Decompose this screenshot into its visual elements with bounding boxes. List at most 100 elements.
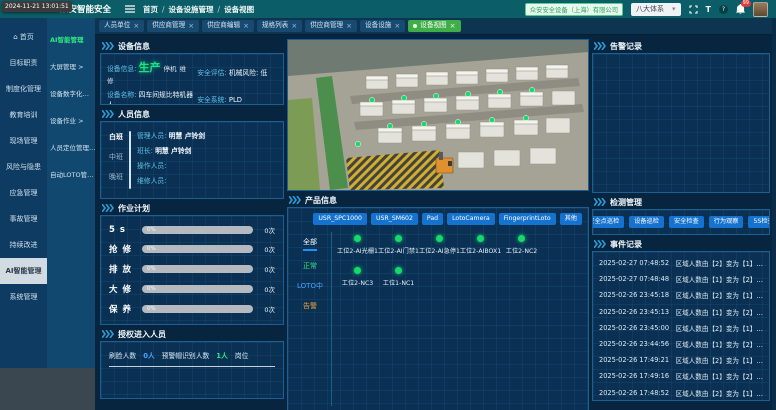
manager-field: 管理人员: 明慧 卢铃剑 bbox=[137, 130, 279, 140]
device-item[interactable]: 工位1-NC1 bbox=[378, 267, 419, 287]
authorized-entry-panel: 授权进入人员 刷脸人数 0人 预警帽识别人数 1人 岗位 bbox=[100, 327, 284, 399]
event-row[interactable]: 2025-02-27 07:48:48区域人数由【1】变为【2】… bbox=[599, 271, 763, 287]
sidebar-item-ai-smart-mgmt[interactable]: AI智能管理 bbox=[0, 258, 47, 284]
tab-device-view[interactable]: 设备视图× bbox=[408, 20, 460, 32]
tab-supplier-mgmt-2[interactable]: 供应商管理× bbox=[305, 20, 357, 32]
sidebar-item-emergency-mgmt[interactable]: 应急管理 bbox=[0, 180, 47, 206]
submenu-item-ai-smart-mgmt[interactable]: AI智能管理 bbox=[47, 25, 95, 52]
close-icon[interactable]: × bbox=[243, 22, 249, 30]
tab-supplier-edit[interactable]: 供应商编辑× bbox=[202, 20, 254, 32]
submenu-item-personnel-location[interactable]: 人员定位管理… bbox=[47, 133, 95, 160]
close-icon[interactable]: × bbox=[450, 22, 456, 30]
help-icon[interactable]: ? bbox=[719, 5, 728, 14]
device-item[interactable]: 工位2-AIBOX1 bbox=[460, 235, 501, 255]
event-row[interactable]: 2025-02-26 23:45:13区域人数由【1】变为【2】… bbox=[599, 304, 763, 320]
fullscreen-icon[interactable] bbox=[689, 5, 698, 14]
breadcrumb: 首页 / 设备设施管理 / 设备视图 bbox=[143, 4, 254, 15]
close-icon[interactable]: × bbox=[188, 22, 194, 30]
behavior-observation-button[interactable]: 行为观察 bbox=[709, 216, 744, 228]
panel-arrows-icon bbox=[102, 42, 114, 50]
sidebar-item-education-training[interactable]: 教育培训 bbox=[0, 102, 47, 128]
safety-spot-check-button[interactable]: 安全点巡检 bbox=[592, 216, 624, 228]
submenu-item-auto-loto[interactable]: 自动LOTO管… bbox=[47, 160, 95, 187]
alarm-records-panel: 告警记录 bbox=[592, 39, 770, 193]
sidebar-item-accident-mgmt[interactable]: 事故管理 bbox=[0, 206, 47, 232]
equipment-inspection-button[interactable]: 设备巡检 bbox=[629, 216, 664, 228]
system-select[interactable]: 八大体系 ▾ bbox=[631, 3, 681, 16]
fingerprint-loto-button[interactable]: FingerprintLoto bbox=[499, 213, 556, 225]
font-size-icon[interactable]: T bbox=[706, 5, 711, 14]
device-grid: 工位2-AI光栅1 工位2-AI门禁1 工位2-AI急停1 工位2-AIBOX1… bbox=[337, 232, 582, 406]
hamburger-menu-icon[interactable] bbox=[125, 5, 135, 13]
other-button[interactable]: 其他 bbox=[560, 213, 582, 225]
pad-button[interactable]: Pad bbox=[422, 213, 443, 225]
sidebar-item-continuous-improvement[interactable]: 持续改进 bbox=[0, 232, 47, 258]
five-s-check-button[interactable]: 5S检查 bbox=[748, 216, 770, 228]
panel-title: 告警记录 bbox=[610, 41, 642, 52]
filter-loto[interactable]: LOTO中 bbox=[297, 281, 323, 291]
sidebar-item-goals-duties[interactable]: 目标职责 bbox=[0, 50, 47, 76]
panel-title: 事件记录 bbox=[610, 239, 642, 250]
filter-alarm[interactable]: 告警 bbox=[303, 301, 317, 311]
event-row[interactable]: 2025-02-27 07:48:52区域人数由【2】变为【1】… bbox=[599, 255, 763, 271]
shift-tab-middle[interactable]: 中班 bbox=[109, 152, 123, 162]
panel-arrows-icon bbox=[102, 330, 114, 338]
notification-bell-icon[interactable]: 99 bbox=[736, 4, 745, 14]
sidebar-item-site-mgmt[interactable]: 现场管理 bbox=[0, 128, 47, 154]
panel-arrows-icon bbox=[594, 240, 606, 248]
shift-tab-night[interactable]: 晚班 bbox=[109, 172, 123, 182]
filter-all[interactable]: 全部 bbox=[303, 237, 317, 251]
loto-camera-button[interactable]: LotoCamera bbox=[447, 213, 495, 225]
submenu-item-screen-mgmt[interactable]: 大屏管理 > bbox=[47, 52, 95, 79]
event-row[interactable]: 2025-02-26 17:49:21区域人数由【2】变为【1】… bbox=[599, 352, 763, 368]
factory-3d-view[interactable] bbox=[287, 39, 589, 191]
status-dot-green bbox=[436, 235, 443, 242]
sidebar-item-system-mgmt[interactable]: 系统管理 bbox=[0, 284, 47, 310]
product-toolbar: USR_SPC1000 USR_SM602 Pad LotoCamera Fin… bbox=[294, 213, 582, 225]
leader-field: 班长: 明慧 卢铃剑 bbox=[137, 145, 279, 155]
divider bbox=[109, 366, 275, 367]
usr-spc1000-button[interactable]: USR_SPC1000 bbox=[313, 213, 367, 225]
device-item[interactable]: 工位2-AI急停1 bbox=[419, 235, 460, 255]
event-row[interactable]: 2025-02-26 23:45:18区域人数由【2】变为【1】… bbox=[599, 287, 763, 303]
sidebar-item-home[interactable]: ⌂ 首页 bbox=[0, 24, 47, 50]
work-plan-panel: 作业计划 5 s0%0次 抢 修0%0次 排 放0%0次 大 修0%0次 保 养… bbox=[100, 201, 284, 325]
timestamp-tooltip: 2024-11-21 13:01:51 bbox=[2, 1, 72, 12]
device-item[interactable]: 工位2-NC3 bbox=[337, 267, 378, 287]
panel-arrows-icon bbox=[102, 204, 114, 212]
usr-sm602-button[interactable]: USR_SM602 bbox=[371, 213, 418, 225]
submenu-item-device-operation[interactable]: 设备作业 > bbox=[47, 106, 95, 133]
event-row[interactable]: 2025-02-26 23:45:00区域人数由【2】变为【1】… bbox=[599, 320, 763, 336]
breadcrumb-page: 设备视图 bbox=[224, 4, 254, 15]
close-icon[interactable]: × bbox=[346, 22, 352, 30]
panel-arrows-icon bbox=[289, 196, 301, 204]
breadcrumb-home[interactable]: 首页 bbox=[143, 4, 158, 15]
device-item[interactable]: 工位2-AI光栅1 bbox=[337, 235, 378, 255]
user-avatar[interactable] bbox=[753, 2, 768, 17]
vertical-scrollbar[interactable] bbox=[772, 18, 776, 410]
sidebar-item-risk-hazard[interactable]: 风险与隐患 bbox=[0, 154, 47, 180]
event-row[interactable]: 2025-02-26 23:44:56区域人数由【1】变为【2】… bbox=[599, 336, 763, 352]
event-row[interactable]: 2025-02-26 17:49:16区域人数由【1】变为【2】… bbox=[599, 368, 763, 384]
submenu-item-device-digitalization[interactable]: 设备数字化… bbox=[47, 79, 95, 106]
safety-inspection-button[interactable]: 安全检查 bbox=[669, 216, 704, 228]
tab-personnel-unit[interactable]: 人员单位× bbox=[99, 20, 144, 32]
sidebar-item-institutional-mgmt[interactable]: 制度化管理 bbox=[0, 76, 47, 102]
personnel-info-panel: 人员信息 白班 中班 晚班 管理人员: 明慧 卢铃剑 班长: 明慧 卢铃剑 操作… bbox=[100, 107, 284, 199]
panel-title: 人员信息 bbox=[118, 109, 150, 120]
event-row[interactable]: 2025-02-26 17:48:52区域人数由【2】变为【1】… bbox=[599, 385, 763, 401]
device-item[interactable]: 工位2-NC2 bbox=[501, 235, 542, 255]
close-icon[interactable]: × bbox=[394, 22, 400, 30]
sidebar-collapse-area[interactable] bbox=[0, 368, 95, 410]
breadcrumb-section[interactable]: 设备设施管理 bbox=[169, 4, 214, 15]
tab-equipment-facility[interactable]: 设备设施× bbox=[360, 20, 405, 32]
panel-arrows-icon bbox=[102, 110, 114, 118]
close-icon[interactable]: × bbox=[133, 22, 139, 30]
panel-title: 检测管理 bbox=[610, 197, 642, 208]
close-icon[interactable]: × bbox=[291, 22, 297, 30]
tab-supplier-mgmt-1[interactable]: 供应商管理× bbox=[147, 20, 199, 32]
device-item[interactable]: 工位2-AI门禁1 bbox=[378, 235, 419, 255]
filter-normal[interactable]: 正常 bbox=[303, 261, 317, 271]
tab-spec-list[interactable]: 规格列表× bbox=[257, 20, 302, 32]
shift-tab-day[interactable]: 白班 bbox=[109, 132, 123, 142]
